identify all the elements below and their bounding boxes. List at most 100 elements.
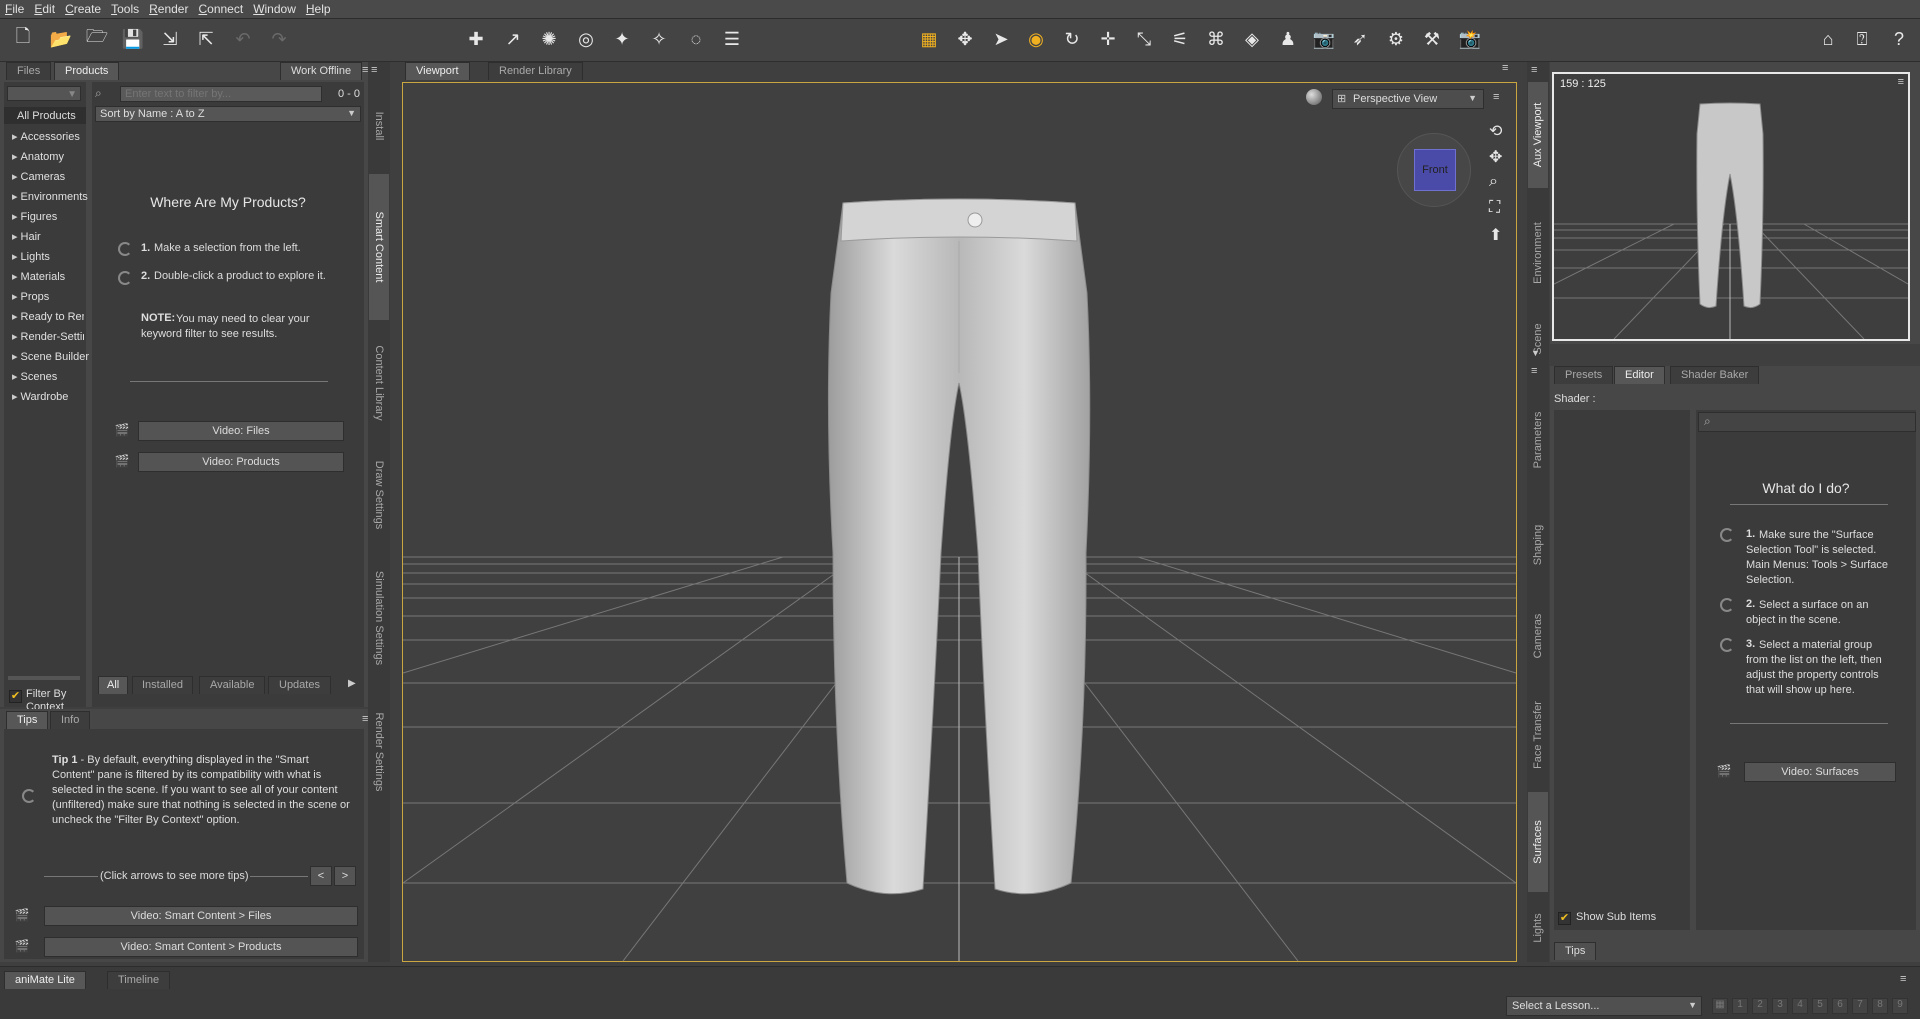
lesson-page[interactable]: 6 [1832, 998, 1848, 1014]
sort-dropdown[interactable]: Sort by Name : A to Z ▼ [95, 106, 361, 122]
select-tool-icon[interactable]: ➤ [988, 26, 1014, 52]
redo-icon[interactable]: ↷ [266, 26, 292, 52]
tab-editor[interactable]: Editor [1614, 366, 1665, 384]
tab-updates[interactable]: Updates [268, 676, 331, 694]
frame-icon[interactable]: ⛶ [1489, 199, 1500, 217]
tab-cameras[interactable]: Cameras [1528, 594, 1548, 678]
work-offline-button[interactable]: Work Offline [280, 62, 363, 80]
reset-view-icon[interactable]: ⬆ [1489, 225, 1502, 245]
video-surfaces-button[interactable]: Video: Surfaces [1744, 762, 1896, 782]
tab-viewport[interactable]: Viewport [405, 62, 470, 80]
category-props[interactable]: Props [12, 290, 50, 303]
camera-add-icon[interactable]: ✧ [646, 26, 672, 52]
scale-tool-icon[interactable]: ⤡ [1131, 26, 1157, 52]
tab-products[interactable]: Products [54, 62, 120, 80]
tab-tips[interactable]: Tips [6, 711, 49, 729]
show-sub-items-checkbox[interactable]: ✔ [1558, 912, 1571, 925]
lesson-grid-icon[interactable]: ▦ [1712, 998, 1728, 1014]
filter-input[interactable] [120, 86, 322, 102]
distant-light-icon[interactable]: ✺ [536, 26, 562, 52]
translate-tool-icon[interactable]: ✛ [1095, 26, 1121, 52]
tab-smart-content[interactable]: Smart Content [369, 174, 389, 320]
tab-environment[interactable]: Environment [1528, 192, 1548, 314]
add-figure-icon[interactable]: ✚ [463, 26, 489, 52]
filter-by-context-checkbox[interactable]: ✔ [9, 690, 22, 703]
open-file-icon[interactable]: 📂 [48, 26, 74, 52]
panel-menu-icon[interactable]: ≡ [371, 64, 377, 76]
merge-file-icon[interactable]: 🗁 [84, 26, 110, 52]
lesson-page[interactable]: 4 [1792, 998, 1808, 1014]
category-render-settings[interactable]: Render-Settings [12, 330, 84, 343]
pan-icon[interactable]: ✥ [1489, 147, 1502, 167]
panel-menu-icon[interactable]: ≡ [1531, 64, 1537, 76]
all-products-item[interactable]: All Products [4, 107, 86, 124]
3d-viewport[interactable]: ⊞ Perspective View ▼ ≡ Front ⟲ ✥ ⌕ ⛶ ⬆ [402, 82, 1517, 962]
lesson-page[interactable]: 1 [1732, 998, 1748, 1014]
chevron-down-icon[interactable]: ▼ [1531, 348, 1540, 358]
tab-parameters[interactable]: Parameters [1528, 384, 1548, 496]
zoom-icon[interactable]: ⌕ [1489, 173, 1498, 191]
tab-render-settings[interactable]: Render Settings [369, 692, 389, 812]
menu-create[interactable]: Create [60, 0, 106, 18]
tab-all[interactable]: All [98, 676, 129, 694]
lesson-page[interactable]: 2 [1752, 998, 1768, 1014]
help-icon[interactable]: ? [1886, 26, 1912, 52]
tab-available[interactable]: Available [199, 676, 266, 694]
tab-face-transfer[interactable]: Face Transfer [1528, 682, 1548, 788]
panel-menu-icon[interactable]: ≡ [1502, 62, 1508, 74]
align-icon[interactable]: ☰ [719, 26, 745, 52]
linear-light-icon[interactable]: ✦ [609, 26, 635, 52]
null-icon[interactable]: ◌ [683, 26, 709, 52]
tab-render-library[interactable]: Render Library [488, 62, 583, 80]
scroll-right-icon[interactable]: ▶ [348, 678, 356, 689]
joint-editor-icon[interactable]: ⚟ [1167, 26, 1193, 52]
tab-presets[interactable]: Presets [1554, 366, 1614, 384]
tab-files[interactable]: Files [6, 62, 52, 80]
tab-installed[interactable]: Installed [132, 676, 193, 694]
panel-menu-icon[interactable]: ≡ [1898, 76, 1904, 88]
surface-selection-icon[interactable]: ➶ [1347, 26, 1373, 52]
tab-info[interactable]: Info [50, 711, 91, 729]
menu-window[interactable]: Window [248, 0, 301, 18]
category-lights[interactable]: Lights [12, 250, 50, 263]
lesson-page[interactable]: 8 [1872, 998, 1888, 1014]
grid-toggle-icon[interactable]: ▦ [916, 26, 942, 52]
new-file-icon[interactable]: 🗋 [10, 26, 36, 52]
category-scenes[interactable]: Scenes [12, 370, 58, 383]
category-materials[interactable]: Materials [12, 270, 66, 283]
tab-simulation-settings[interactable]: Simulation Settings [369, 548, 389, 688]
tab-content-library[interactable]: Content Library [369, 324, 389, 442]
camera-tool-icon[interactable]: 📷 [1311, 26, 1337, 52]
panel-menu-icon[interactable]: ≡ [1531, 365, 1537, 377]
lesson-page[interactable]: 7 [1852, 998, 1868, 1014]
geometry-editor-icon[interactable]: ◈ [1239, 26, 1265, 52]
render-settings-icon[interactable]: ⚙ [1383, 26, 1409, 52]
undo-icon[interactable]: ↶ [230, 26, 256, 52]
whats-this-icon[interactable]: ⍰ [1849, 26, 1875, 52]
import-icon[interactable]: ⇲ [157, 26, 183, 52]
category-environments[interactable]: Environments [12, 190, 88, 203]
tab-surfaces[interactable]: Surfaces [1528, 792, 1548, 892]
tab-install[interactable]: Install [369, 82, 389, 170]
tab-timeline[interactable]: Timeline [107, 971, 171, 989]
material-list[interactable]: ✔ Show Sub Items [1554, 410, 1690, 930]
viewport-menu-icon[interactable]: ≡ [1493, 91, 1499, 103]
video-files-button[interactable]: Video: Files [138, 421, 344, 441]
view-select-dropdown[interactable]: ⊞ Perspective View ▼ [1332, 89, 1484, 109]
menu-connect[interactable]: Connect [193, 0, 248, 18]
figure-setup-icon[interactable]: ♟ [1275, 26, 1301, 52]
spotlight-icon[interactable]: ↗ [500, 26, 526, 52]
render-icon[interactable]: 📸 [1457, 26, 1483, 52]
tab-shaping[interactable]: Shaping [1528, 500, 1548, 590]
node-weight-brush-icon[interactable]: ⌘ [1203, 26, 1229, 52]
orbit-icon[interactable]: ⟲ [1489, 121, 1502, 141]
lesson-page[interactable]: 3 [1772, 998, 1788, 1014]
lesson-page[interactable]: 9 [1892, 998, 1908, 1014]
universal-tool-icon[interactable]: ✥ [952, 26, 978, 52]
video-products-button[interactable]: Video: Products [138, 452, 344, 472]
lesson-dropdown[interactable]: Select a Lesson... ▼ [1506, 996, 1702, 1016]
save-icon[interactable]: 💾 [120, 26, 146, 52]
panel-menu-icon[interactable]: ≡ [1900, 973, 1906, 985]
category-hair[interactable]: Hair [12, 230, 41, 243]
category-anatomy[interactable]: Anatomy [12, 150, 64, 163]
